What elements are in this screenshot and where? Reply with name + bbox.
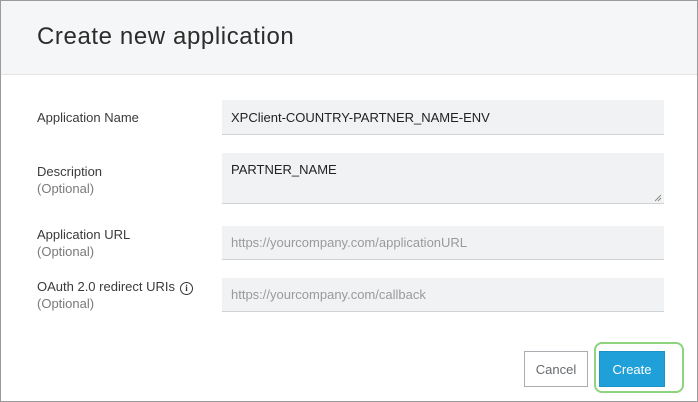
description-textarea[interactable]: PARTNER_NAME bbox=[222, 153, 664, 204]
info-icon[interactable]: i bbox=[180, 282, 193, 295]
app-url-label-text: Application URL bbox=[37, 227, 131, 242]
redirect-uris-input[interactable] bbox=[222, 278, 664, 312]
redirect-uris-label: OAuth 2.0 redirect URIs i (Optional) bbox=[37, 278, 193, 312]
description-label: Description (Optional) bbox=[37, 163, 102, 197]
cancel-button[interactable]: Cancel bbox=[524, 351, 588, 387]
create-application-dialog: Create new application Application Name … bbox=[0, 0, 698, 402]
create-button[interactable]: Create bbox=[599, 351, 665, 387]
app-name-label: Application Name bbox=[37, 109, 139, 126]
app-url-optional-label: (Optional) bbox=[37, 244, 95, 259]
app-name-label-text: Application Name bbox=[37, 110, 139, 125]
description-label-text: Description bbox=[37, 164, 103, 179]
redirect-uris-optional-label: (Optional) bbox=[37, 296, 95, 311]
dialog-title: Create new application bbox=[37, 23, 295, 50]
app-name-input[interactable] bbox=[222, 100, 664, 135]
app-url-input[interactable] bbox=[222, 226, 664, 260]
dialog-header: Create new application bbox=[1, 1, 697, 75]
redirect-uris-label-text: OAuth 2.0 redirect URIs bbox=[37, 279, 175, 294]
app-url-label: Application URL (Optional) bbox=[37, 226, 130, 260]
description-optional-label: (Optional) bbox=[37, 181, 95, 196]
